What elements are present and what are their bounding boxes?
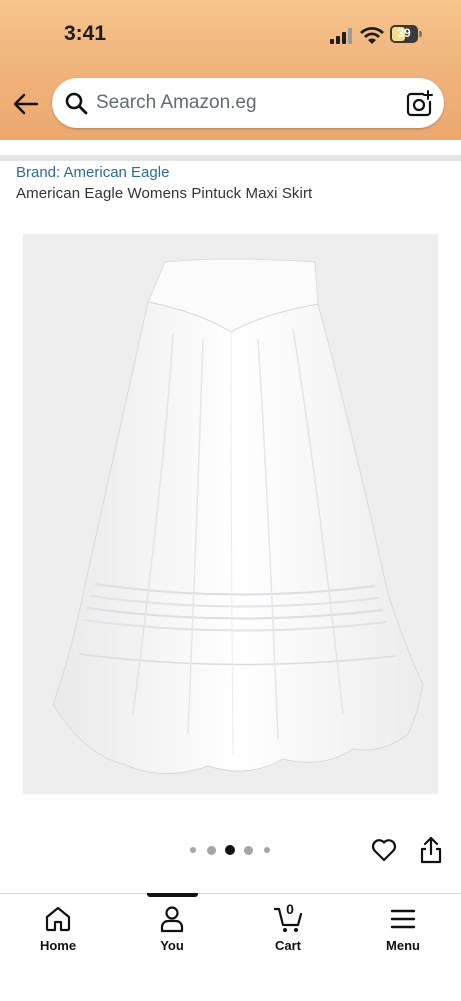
wifi-icon (360, 27, 384, 44)
home-icon (45, 906, 71, 932)
cart-icon: 0 (273, 901, 303, 933)
nav-cart-label: Cart (274, 938, 301, 953)
camera-search-icon[interactable] (404, 89, 434, 119)
battery-icon: 39 (390, 25, 422, 43)
nav-menu[interactable]: Menu (363, 894, 443, 964)
bottom-navigation: Home You 0 Cart Menu (0, 893, 461, 1001)
pagination-dot[interactable] (190, 847, 196, 853)
status-time: 3:41 (64, 22, 107, 45)
share-icon[interactable] (418, 835, 444, 865)
status-bar: 3:41 39 (0, 0, 461, 70)
brand-link[interactable]: Brand: American Eagle (16, 164, 169, 181)
pagination-dot[interactable] (264, 847, 270, 853)
menu-icon (390, 909, 416, 929)
nav-home-label: Home (39, 938, 77, 953)
cellular-signal-icon (330, 28, 352, 44)
person-icon (160, 906, 184, 933)
skirt-image (52, 258, 424, 774)
pagination-dot[interactable] (244, 846, 253, 855)
nav-home[interactable]: Home (18, 894, 98, 964)
heart-icon[interactable] (370, 836, 398, 864)
search-input[interactable] (96, 78, 396, 128)
nav-you-label: You (160, 938, 184, 953)
pagination-dot-active[interactable] (225, 845, 235, 855)
nav-cart[interactable]: 0 Cart (248, 894, 328, 964)
search-icon (65, 92, 88, 115)
image-pagination (186, 844, 276, 856)
arrow-left-icon (13, 93, 39, 115)
nav-you[interactable]: You (132, 894, 212, 964)
back-button[interactable] (10, 90, 42, 118)
app-header: 3:41 39 (0, 0, 461, 140)
section-divider (0, 155, 461, 161)
battery-level: 39 (397, 26, 411, 40)
cart-count: 0 (286, 901, 294, 917)
active-nav-indicator (147, 893, 198, 897)
product-image[interactable] (23, 234, 438, 794)
search-bar[interactable] (52, 78, 444, 128)
product-title: American Eagle Womens Pintuck Maxi Skirt (16, 185, 313, 202)
pagination-dot[interactable] (207, 846, 216, 855)
nav-menu-label: Menu (386, 938, 420, 953)
